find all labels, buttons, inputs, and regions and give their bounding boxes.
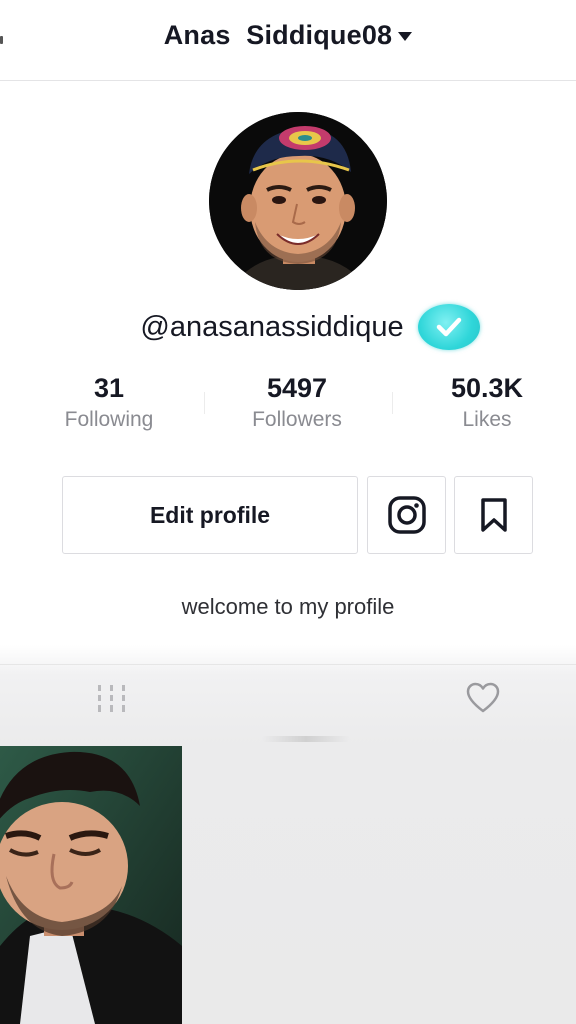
profile-handle: @anasanassiddique xyxy=(140,310,404,343)
stat-followers[interactable]: 5497 Followers xyxy=(217,368,377,432)
stat-value: 31 xyxy=(93,373,125,403)
tab-divider xyxy=(0,664,576,665)
tab-indicator xyxy=(262,736,350,742)
account-switcher[interactable]: Anas Siddique08 xyxy=(0,16,576,54)
stat-divider xyxy=(204,392,205,414)
caret-down-icon xyxy=(398,32,413,41)
stat-divider xyxy=(392,392,393,414)
avatar[interactable] xyxy=(209,112,387,290)
verified-check-icon xyxy=(417,304,480,350)
handle-row: @anasanassiddique xyxy=(0,300,576,354)
grid-videos-icon[interactable] xyxy=(96,684,128,714)
instagram-button[interactable] xyxy=(367,476,446,554)
avatar-photo xyxy=(209,112,387,290)
stat-label: Following xyxy=(64,408,154,431)
top-bar: Anas Siddique08 xyxy=(0,0,576,81)
stat-label: Followers xyxy=(252,408,342,431)
stat-following[interactable]: 31 Following xyxy=(29,368,189,432)
profile-stats: 31 Following 5497 Followers 50.3K Likes xyxy=(0,368,576,448)
heart-icon[interactable] xyxy=(466,682,500,714)
edit-profile-button[interactable]: Edit profile xyxy=(62,476,358,554)
account-name: Anas Siddique08 xyxy=(163,19,393,50)
bookmark-button[interactable] xyxy=(454,476,533,554)
stat-likes[interactable]: 50.3K Likes xyxy=(407,368,567,432)
instagram-icon xyxy=(387,496,426,534)
stat-label: Likes xyxy=(462,408,512,431)
stat-value: 5497 xyxy=(266,373,328,403)
stat-value: 50.3K xyxy=(450,373,524,403)
video-thumbnail-person xyxy=(0,746,182,1024)
profile-bio: welcome to my profile xyxy=(181,594,395,619)
video-thumbnail[interactable] xyxy=(0,746,182,1024)
bookmark-icon xyxy=(480,498,507,532)
